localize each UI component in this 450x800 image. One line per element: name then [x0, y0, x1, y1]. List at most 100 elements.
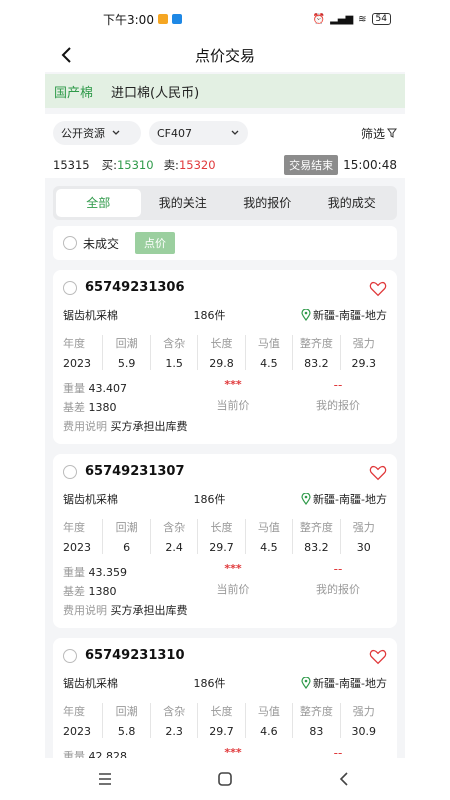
- my-quote-value: --: [333, 378, 343, 392]
- signal-icon: ▂▄▆: [330, 13, 354, 25]
- app-notification-icon: [171, 14, 182, 24]
- metric-label: 强力: [352, 521, 375, 534]
- current-price-value: ***: [224, 562, 242, 575]
- back-arrow-icon[interactable]: [57, 45, 77, 65]
- unfinished-radio[interactable]: [63, 236, 77, 250]
- contract-select-value: CF407: [157, 126, 193, 140]
- menu-icon[interactable]: [96, 770, 114, 788]
- select-radio[interactable]: [63, 648, 77, 663]
- metrics: 年度 2023 回潮 5.8 含杂 2.3 长度 29.7 马值 4.6 整齐度 83 强力…: [63, 703, 387, 738]
- filter-button[interactable]: 筛选: [361, 125, 397, 142]
- resource-select-value: 公开资源: [61, 127, 105, 140]
- select-radio[interactable]: [63, 280, 77, 295]
- location: 新疆-南疆-地方: [313, 493, 387, 506]
- page-title: 点价交易: [194, 46, 255, 65]
- metric-value: 2.3: [165, 725, 183, 738]
- wifi-icon: ≋: [358, 13, 367, 25]
- metric-label: 含杂: [163, 521, 186, 534]
- metric-value: 83.2: [304, 541, 329, 554]
- status-time: 下午3:00: [103, 12, 154, 27]
- basis-value: 1380: [88, 401, 117, 414]
- metrics: 年度 2023 回潮 5.9 含杂 1.5 长度 29.8 马值 4.5 整齐度 83.2 …: [63, 335, 387, 370]
- fee-value: 买方承担出库费: [110, 604, 188, 617]
- weight-label: 重量: [63, 566, 85, 579]
- resource-select[interactable]: 公开资源: [53, 121, 141, 145]
- metric-label: 马值: [257, 521, 280, 534]
- fee-label: 费用说明: [63, 604, 107, 617]
- cotton-type: 锯齿机采棉: [63, 309, 118, 322]
- metric-label: 含杂: [163, 337, 186, 350]
- notification-icon: [157, 14, 168, 24]
- metric-value: 83.2: [304, 357, 329, 370]
- bale-count: 186件: [193, 309, 226, 322]
- bale-count: 186件: [193, 493, 226, 506]
- current-price-label: 当前价: [216, 583, 250, 596]
- trade-time: 15:00:48: [343, 158, 397, 172]
- lot-id: 65749231307: [85, 464, 185, 479]
- header: 点价交易: [45, 38, 405, 72]
- home-icon[interactable]: [216, 770, 234, 788]
- bale-count: 186件: [193, 677, 226, 690]
- metric-label: 回潮: [115, 705, 138, 718]
- current-price-label: 当前价: [216, 399, 250, 412]
- location: 新疆-南疆-地方: [313, 677, 387, 690]
- cotton-type: 锯齿机采棉: [63, 493, 118, 506]
- metric-value: 30: [356, 541, 371, 554]
- funnel-icon: [387, 128, 397, 138]
- metric-label: 年度: [63, 705, 85, 718]
- metric-label: 含杂: [163, 705, 186, 718]
- tab-my-quotes[interactable]: 我的报价: [225, 189, 310, 217]
- metric-value: 4.6: [260, 725, 278, 738]
- contract-select[interactable]: CF407: [149, 121, 249, 145]
- select-radio[interactable]: [63, 464, 77, 479]
- metric-label: 回潮: [115, 337, 138, 350]
- metric-label: 长度: [210, 705, 233, 718]
- metric-label: 长度: [210, 337, 233, 350]
- heart-icon[interactable]: [369, 280, 387, 298]
- unfinished-label: 未成交: [83, 236, 120, 251]
- basis-value: 1380: [88, 585, 117, 598]
- tab-all[interactable]: 全部: [56, 189, 141, 217]
- heart-icon[interactable]: [369, 464, 387, 482]
- metric-value: 30.9: [351, 725, 377, 738]
- lot-id: 65749231310: [85, 648, 185, 663]
- basis-label: 基差: [63, 585, 85, 598]
- metric-value: 5.8: [117, 725, 136, 738]
- status-filter: 未成交 点价: [53, 226, 397, 260]
- tab-my-deals[interactable]: 我的成交: [310, 189, 395, 217]
- location-pin-icon: [301, 493, 311, 505]
- metric-label: 年度: [63, 337, 85, 350]
- quote-row: 15315 买: 15310 卖: 15320 交易结束 15:00:48: [45, 152, 405, 178]
- filter-row: 公开资源 CF407 筛选: [45, 114, 405, 152]
- battery-icon: 54: [371, 13, 391, 25]
- current-price-value: ***: [224, 378, 242, 391]
- system-nav-bar: [45, 758, 405, 800]
- heart-icon[interactable]: [369, 648, 387, 666]
- metric-value: 2.4: [165, 541, 183, 554]
- metric-value: 29.7: [209, 541, 234, 554]
- lot-id: 65749231306: [85, 280, 185, 295]
- trade-status-badge: 交易结束: [284, 155, 339, 175]
- chevron-down-icon: [231, 130, 239, 135]
- tab-domestic-cotton[interactable]: 国产棉: [54, 82, 93, 101]
- list-item[interactable]: 65749231307 锯齿机采棉 186件 新疆-南疆-地方 年度 2023 回…: [53, 454, 397, 628]
- list-item[interactable]: 65749231306 锯齿机采棉 186件 新疆-南疆-地方 年度 2023 回…: [53, 270, 397, 444]
- back-icon[interactable]: [336, 770, 354, 788]
- tab-imported-cotton[interactable]: 进口棉(人民币): [111, 82, 199, 101]
- metric-value: 2023: [63, 541, 91, 554]
- sell-label: 卖:: [163, 158, 179, 172]
- metric-value: 2023: [63, 357, 91, 370]
- location-pin-icon: [301, 309, 311, 321]
- metric-label: 回潮: [115, 521, 138, 534]
- tab-my-watch[interactable]: 我的关注: [141, 189, 226, 217]
- location: 新疆-南疆-地方: [313, 309, 387, 322]
- pricing-chip[interactable]: 点价: [135, 232, 176, 254]
- source-tabs: 国产棉 进口棉(人民币): [45, 74, 405, 108]
- metric-value: 4.5: [260, 357, 278, 370]
- buy-price: 15310: [116, 158, 154, 172]
- alarm-icon: ⏰: [312, 13, 326, 25]
- chevron-down-icon: [112, 130, 120, 135]
- metric-value: 6: [123, 541, 131, 554]
- fee-value: 买方承担出库费: [110, 420, 188, 433]
- weight-value: 43.407: [88, 382, 128, 395]
